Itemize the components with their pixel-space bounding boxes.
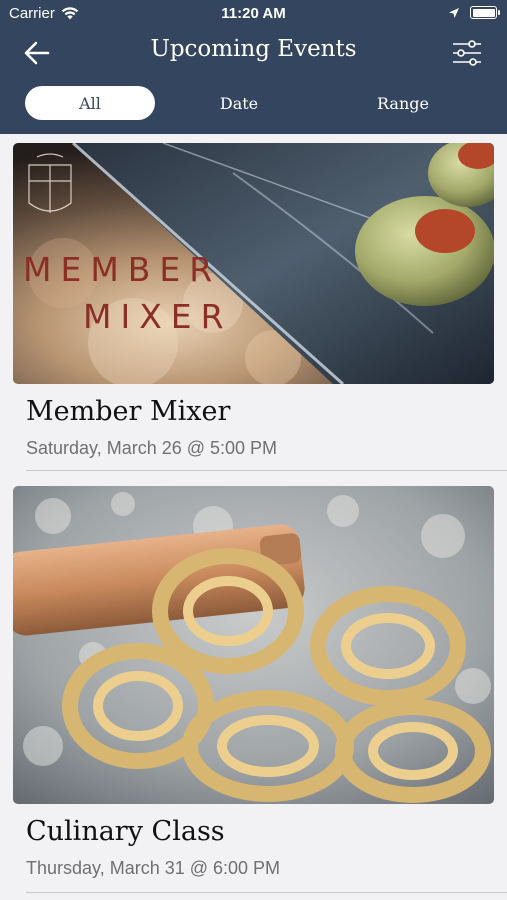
status-time: 11:20 AM xyxy=(221,5,286,22)
event-card-member-mixer[interactable]: MEMBER MIXER Member Mixer Saturday, Marc… xyxy=(13,143,507,475)
filter-sliders-icon[interactable] xyxy=(451,38,483,68)
image-text-mixer: MIXER xyxy=(83,297,233,336)
page-title: Upcoming Events xyxy=(150,36,357,62)
event-date: Thursday, March 31 @ 6:00 PM xyxy=(26,858,281,878)
event-card-culinary-class[interactable]: Culinary Class Thursday, March 31 @ 6:00… xyxy=(13,486,507,900)
divider xyxy=(26,892,507,893)
member-mixer-image: MEMBER MIXER xyxy=(13,143,494,384)
divider xyxy=(26,470,507,471)
location-arrow-icon xyxy=(449,7,459,18)
tab-date[interactable]: Date xyxy=(174,86,304,120)
battery-icon xyxy=(470,6,500,19)
tab-range[interactable]: Range xyxy=(338,86,468,120)
event-title: Culinary Class xyxy=(26,816,225,847)
event-title: Member Mixer xyxy=(26,396,231,427)
culinary-class-image xyxy=(13,486,494,804)
status-bar: Carrier 11:20 AM xyxy=(0,0,507,28)
navigation-bar: Upcoming Events xyxy=(0,30,507,76)
event-date: Saturday, March 26 @ 5:00 PM xyxy=(26,438,278,458)
filter-tabs: All Date Range xyxy=(0,86,507,122)
app-header: Carrier 11:20 AM Upcoming Events All Dat… xyxy=(0,0,507,134)
tab-all[interactable]: All xyxy=(25,86,155,120)
image-text-member: MEMBER xyxy=(23,250,221,289)
